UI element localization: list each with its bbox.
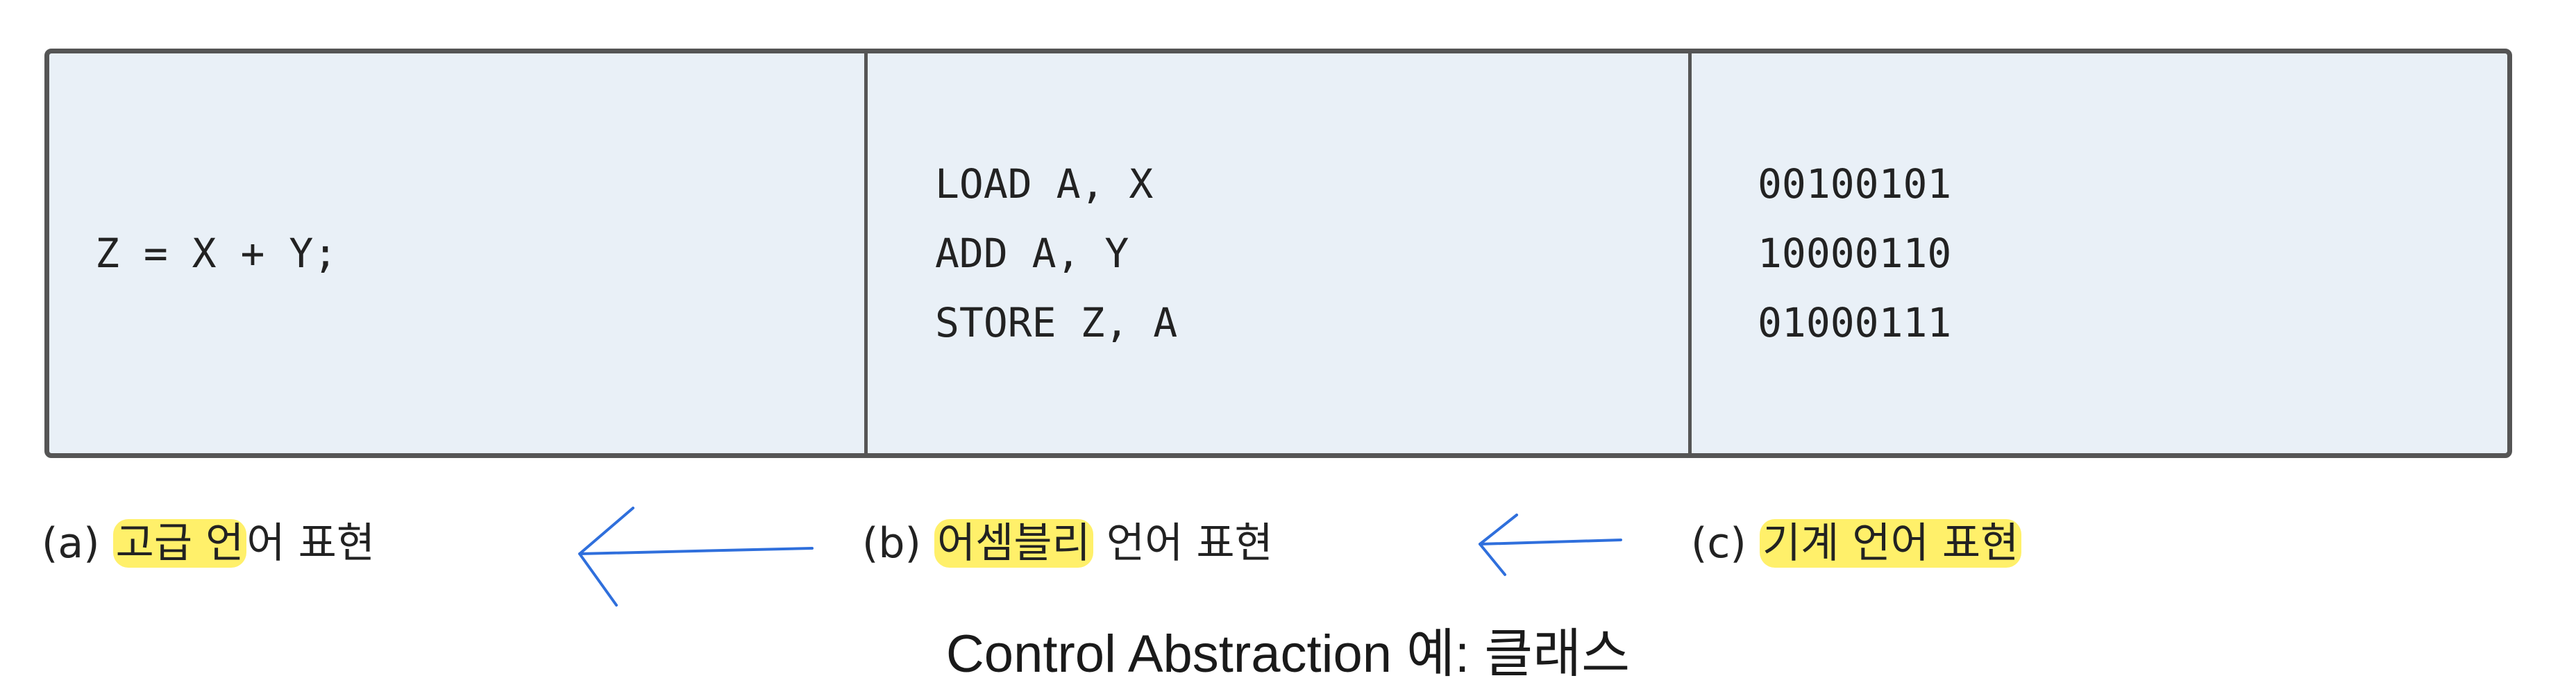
caption-high-level: (a) 고급 언어 표현 [42,512,375,575]
slide-caption: Control Abstraction 예: 클래스 [945,625,1631,684]
caption-prefix: (c) [1691,519,1760,568]
arrow-left-icon [578,507,814,607]
machine-code-cell: 00100101 10000110 01000111 [1692,53,2507,453]
caption-rest: 언어 표현 [1093,519,1273,568]
caption-machine: (c) 기계 언어 표현 [1691,512,2022,575]
machine-code-line: 00100101 [1758,160,1952,208]
language-comparison-table: Z = X + Y; LOAD A, X ADD A, Y STORE Z, A… [44,49,2512,458]
caption-prefix: (a) [42,519,113,568]
caption-highlight: 어셈블리 [934,519,1093,568]
high-level-cell: Z = X + Y; [49,53,868,453]
caption-highlight: 기계 언어 표현 [1759,519,2022,568]
caption-prefix: (b) [862,519,934,568]
caption-assembly: (b) 어셈블리 언어 표현 [862,512,1273,575]
assembly-line: ADD A, Y [935,230,1129,277]
assembly-line: STORE Z, A [935,299,1178,346]
caption-highlight: 고급 언 [112,519,247,568]
machine-code-line: 10000110 [1758,230,1952,277]
high-level-line: Z = X + Y; [95,230,338,277]
caption-rest: 어 표현 [246,519,376,568]
assembly-cell: LOAD A, X ADD A, Y STORE Z, A [868,53,1692,453]
arrow-left-icon [1479,514,1622,576]
machine-code-line: 01000111 [1758,299,1952,346]
assembly-line: LOAD A, X [935,160,1154,208]
